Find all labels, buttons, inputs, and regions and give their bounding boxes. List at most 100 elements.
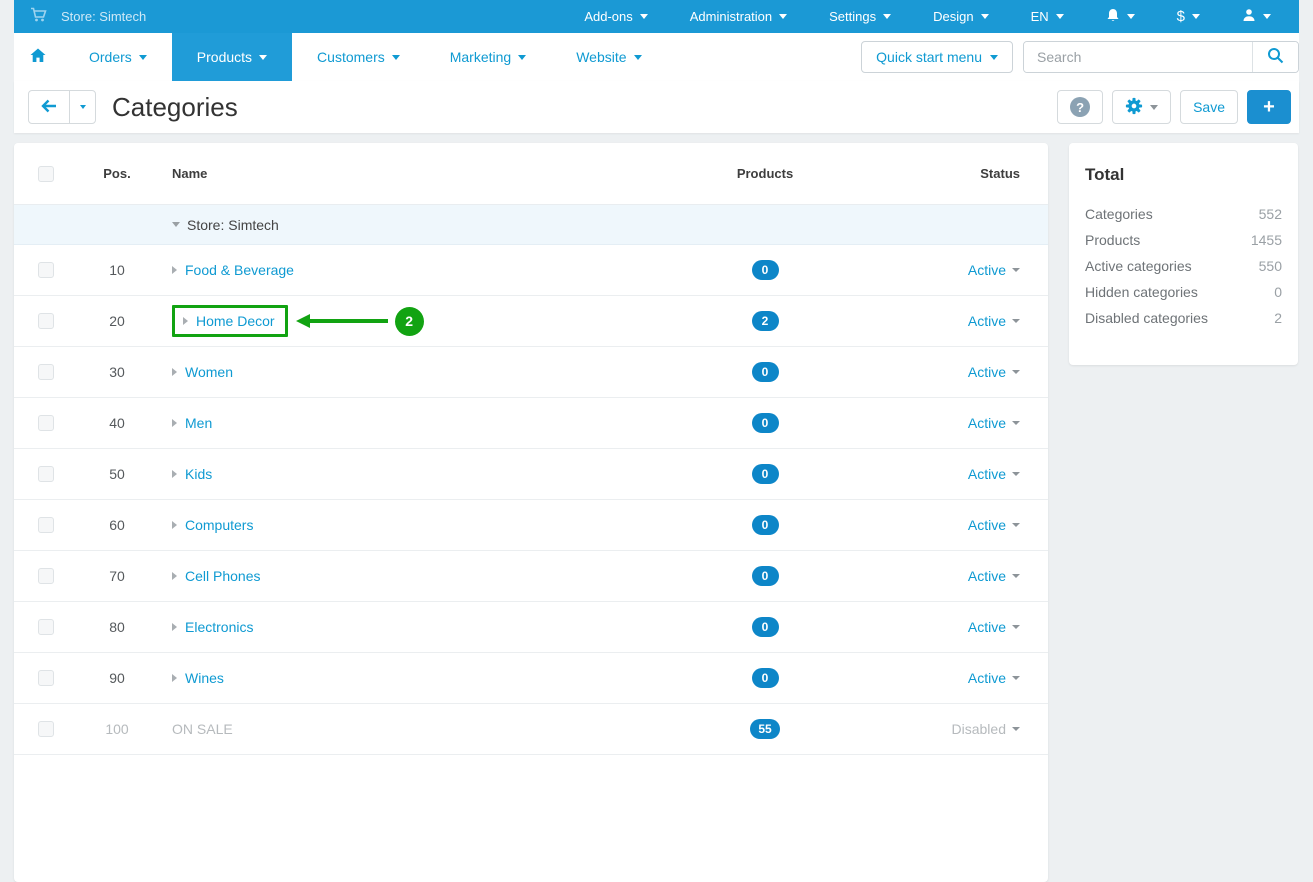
category-link[interactable]: Cell Phones bbox=[185, 568, 261, 584]
row-checkbox[interactable] bbox=[38, 262, 54, 278]
nav-menu-item[interactable]: Customers bbox=[292, 33, 425, 81]
back-button[interactable] bbox=[29, 91, 69, 123]
chevron-down-icon bbox=[1012, 319, 1020, 323]
topbar-menus: Add-ons Administration Settings Design E… bbox=[584, 9, 1063, 24]
page-title: Categories bbox=[112, 92, 238, 123]
chevron-right-icon[interactable] bbox=[172, 572, 177, 580]
settings-gear-button[interactable] bbox=[1112, 90, 1171, 124]
topbar-menu-item[interactable]: Design bbox=[933, 9, 988, 24]
row-checkbox[interactable] bbox=[38, 721, 54, 737]
status-dropdown[interactable]: Active bbox=[968, 415, 1020, 431]
search-input[interactable] bbox=[1024, 42, 1252, 72]
category-link[interactable]: Women bbox=[185, 364, 233, 380]
chevron-down-icon bbox=[1150, 105, 1158, 110]
admin-topbar: Store: Simtech Add-ons Administration Se… bbox=[14, 0, 1299, 33]
notifications-menu[interactable] bbox=[1106, 8, 1135, 26]
chevron-down-icon[interactable] bbox=[172, 222, 180, 227]
chevron-right-icon[interactable] bbox=[172, 266, 177, 274]
status-dropdown[interactable]: Active bbox=[968, 262, 1020, 278]
content-area: Pos. Name Products Status Store: Simtech… bbox=[14, 133, 1299, 882]
topbar-menu-item[interactable]: Administration bbox=[690, 9, 787, 24]
topbar-menu-item[interactable]: Settings bbox=[829, 9, 891, 24]
row-checkbox[interactable] bbox=[38, 364, 54, 380]
chevron-right-icon[interactable] bbox=[172, 521, 177, 529]
annotation-step-badge: 2 bbox=[395, 307, 424, 336]
products-count-badge: 0 bbox=[752, 617, 779, 637]
chevron-down-icon bbox=[259, 55, 267, 60]
nav-menu-item[interactable]: Orders bbox=[64, 33, 172, 81]
nav-menu-item[interactable]: Website bbox=[551, 33, 666, 81]
chevron-right-icon[interactable] bbox=[172, 470, 177, 478]
category-link[interactable]: ON SALE bbox=[172, 721, 233, 737]
chevron-down-icon bbox=[883, 14, 891, 19]
store-selector[interactable]: Store: Simtech bbox=[30, 7, 146, 26]
chevron-down-icon bbox=[1012, 268, 1020, 272]
row-checkbox[interactable] bbox=[38, 466, 54, 482]
status-dropdown[interactable]: Active bbox=[968, 619, 1020, 635]
stat-row: Active categories 550 bbox=[1085, 253, 1282, 279]
chevron-down-icon bbox=[518, 55, 526, 60]
row-checkbox[interactable] bbox=[38, 670, 54, 686]
chevron-right-icon[interactable] bbox=[172, 419, 177, 427]
category-link[interactable]: Kids bbox=[185, 466, 212, 482]
arrow-line bbox=[310, 319, 388, 323]
stat-value: 552 bbox=[1259, 206, 1282, 222]
nav-menu-item[interactable]: Marketing bbox=[425, 33, 551, 81]
search-button[interactable] bbox=[1252, 42, 1298, 72]
nav-home-button[interactable] bbox=[14, 33, 64, 81]
category-link[interactable]: Food & Beverage bbox=[185, 262, 294, 278]
row-checkbox[interactable] bbox=[38, 415, 54, 431]
totals-title: Total bbox=[1085, 165, 1282, 185]
status-dropdown[interactable]: Active bbox=[968, 568, 1020, 584]
status-dropdown[interactable]: Active bbox=[968, 466, 1020, 482]
save-button[interactable]: Save bbox=[1180, 90, 1238, 124]
quick-start-menu-button[interactable]: Quick start menu bbox=[861, 41, 1013, 73]
category-link[interactable]: Men bbox=[185, 415, 212, 431]
category-link[interactable]: Computers bbox=[185, 517, 253, 533]
row-checkbox[interactable] bbox=[38, 313, 54, 329]
table-row: 60 Computers 2 0 bbox=[14, 500, 1048, 551]
topbar-menu-item[interactable]: Add-ons bbox=[584, 9, 647, 24]
row-checkbox[interactable] bbox=[38, 568, 54, 584]
status-dropdown[interactable]: Active bbox=[968, 364, 1020, 380]
stat-value: 550 bbox=[1259, 258, 1282, 274]
products-count-badge: 0 bbox=[752, 464, 779, 484]
status-dropdown[interactable]: Active bbox=[968, 517, 1020, 533]
stat-row: Hidden categories 0 bbox=[1085, 279, 1282, 305]
chevron-right-icon[interactable] bbox=[172, 368, 177, 376]
table-row: 30 Women 2 0 bbox=[14, 347, 1048, 398]
currency-menu[interactable]: $ bbox=[1177, 8, 1200, 25]
magnifier-icon bbox=[1267, 47, 1284, 67]
help-button[interactable]: ? bbox=[1057, 90, 1103, 124]
row-checkbox[interactable] bbox=[38, 517, 54, 533]
account-menu[interactable] bbox=[1242, 8, 1271, 25]
row-checkbox[interactable] bbox=[38, 619, 54, 635]
question-mark-icon: ? bbox=[1070, 97, 1090, 117]
chevron-down-icon bbox=[990, 55, 998, 60]
chevron-down-icon bbox=[80, 105, 86, 109]
products-count-badge: 0 bbox=[752, 260, 779, 280]
status-dropdown[interactable]: Disabled bbox=[952, 721, 1020, 737]
stat-label: Hidden categories bbox=[1085, 284, 1198, 300]
chevron-right-icon[interactable] bbox=[172, 623, 177, 631]
status-dropdown[interactable]: Active bbox=[968, 313, 1020, 329]
back-dropdown-button[interactable] bbox=[69, 91, 95, 123]
chevron-down-icon bbox=[1192, 14, 1200, 19]
chevron-down-icon bbox=[1263, 14, 1271, 19]
category-link[interactable]: Home Decor bbox=[196, 313, 275, 329]
select-all-checkbox[interactable] bbox=[38, 166, 54, 182]
chevron-right-icon[interactable] bbox=[183, 317, 188, 325]
table-row: 40 Men 2 0 bbox=[14, 398, 1048, 449]
chevron-down-icon bbox=[1127, 14, 1135, 19]
status-dropdown[interactable]: Active bbox=[968, 670, 1020, 686]
nav-menu-item[interactable]: Products bbox=[172, 33, 292, 81]
chevron-right-icon[interactable] bbox=[172, 674, 177, 682]
add-category-button[interactable]: + bbox=[1247, 90, 1291, 124]
table-row: 20 Home Decor 2 2 bbox=[14, 296, 1048, 347]
category-link[interactable]: Electronics bbox=[185, 619, 253, 635]
chevron-down-icon bbox=[392, 55, 400, 60]
stat-label: Active categories bbox=[1085, 258, 1192, 274]
category-link[interactable]: Wines bbox=[185, 670, 224, 686]
topbar-menu-item[interactable]: EN bbox=[1031, 9, 1064, 24]
stat-value: 0 bbox=[1274, 284, 1282, 300]
